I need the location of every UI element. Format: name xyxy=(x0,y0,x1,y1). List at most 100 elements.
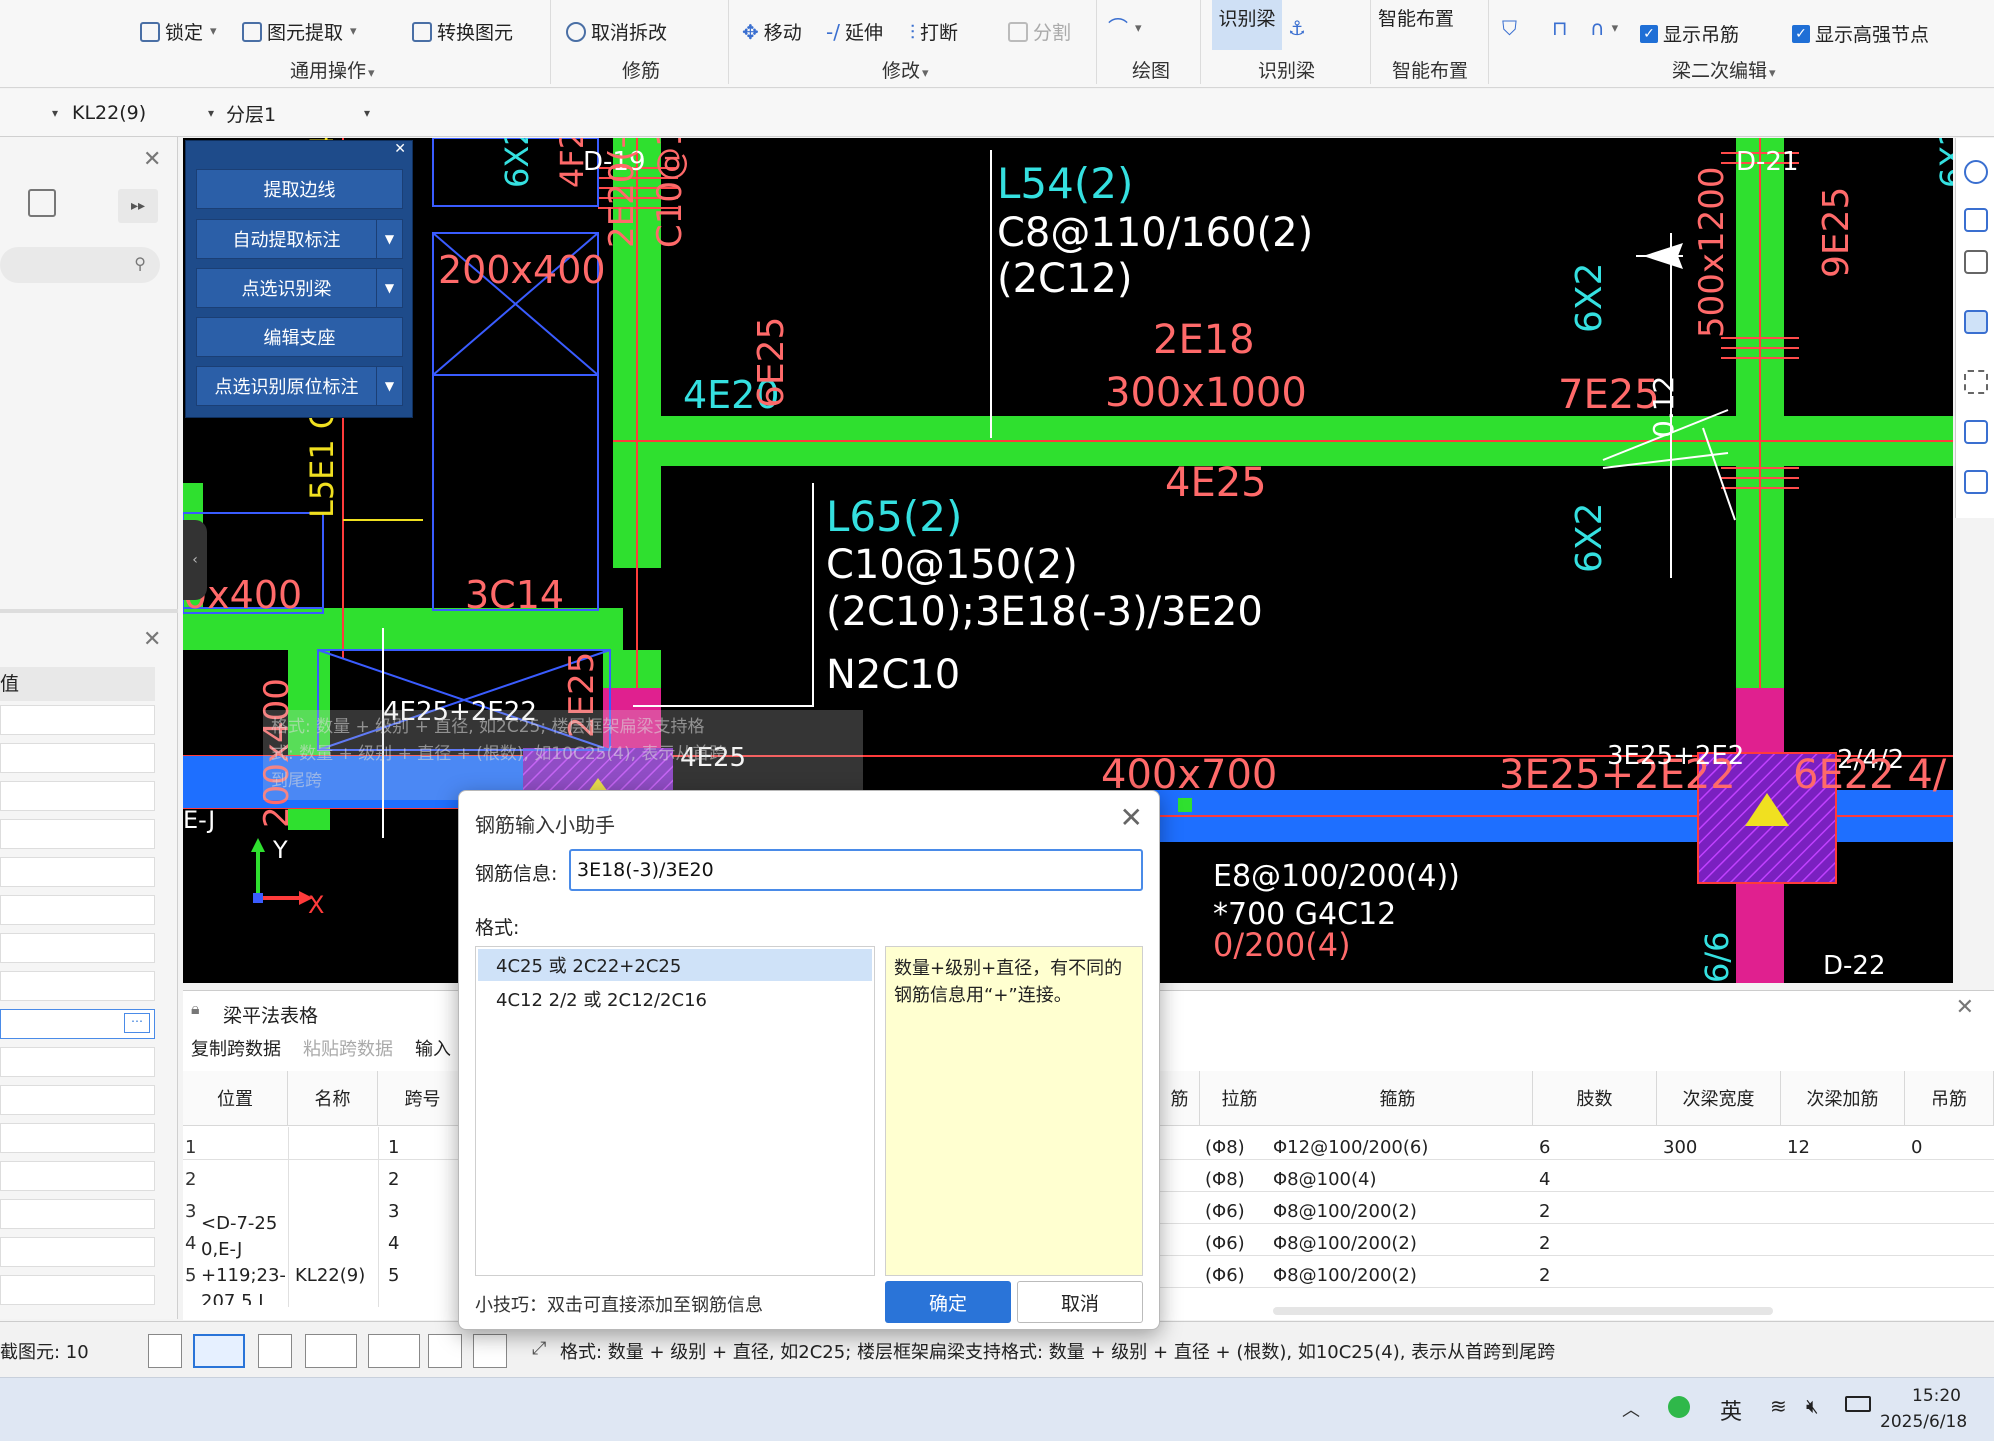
property-row[interactable] xyxy=(0,933,155,963)
extract-edge-button[interactable]: 提取边线 xyxy=(196,169,403,209)
zhishu-cell[interactable]: 2 xyxy=(1539,1265,1550,1286)
span-cell[interactable]: 5 xyxy=(388,1265,399,1286)
zhishu-cell[interactable]: 4 xyxy=(1539,1169,1550,1190)
show-hanger-checkbox[interactable]: ✓ 显示吊筋 xyxy=(1640,20,1739,47)
lajin-cell[interactable]: (Φ8) xyxy=(1205,1137,1245,1158)
property-row[interactable] xyxy=(0,705,155,735)
smart-layout-button[interactable]: 智能布置 xyxy=(1378,4,1454,31)
input-button[interactable]: 输入 xyxy=(415,1035,451,1061)
paste-span-button[interactable]: 粘贴跨数据 xyxy=(303,1035,393,1061)
edit-icon[interactable] xyxy=(28,189,56,217)
search-input[interactable]: ⚲ xyxy=(0,247,160,283)
format-item[interactable]: 4C12 2/2 或 2C12/2C16 xyxy=(478,983,872,1015)
lajin-cell[interactable]: (Φ6) xyxy=(1205,1201,1245,1222)
move-button[interactable]: ✥ 移动 xyxy=(742,18,802,45)
lock-button[interactable]: 锁定 xyxy=(140,18,217,45)
battery-icon[interactable] xyxy=(1845,1396,1871,1412)
orbit-icon[interactable] xyxy=(1964,160,1988,184)
wifi-icon[interactable]: ≋ xyxy=(1770,1394,1787,1418)
copy-span-button[interactable]: 复制跨数据 xyxy=(191,1035,281,1061)
span-cell[interactable]: 4 xyxy=(388,1233,399,1254)
close-icon[interactable]: ✕ xyxy=(1120,801,1143,834)
ok-button[interactable]: 确定 xyxy=(885,1281,1011,1323)
zhishu-cell[interactable]: 2 xyxy=(1539,1233,1550,1254)
gujin-cell[interactable]: Φ8@100(4) xyxy=(1273,1169,1376,1190)
fit-view-icon[interactable] xyxy=(1964,370,1988,394)
format-item[interactable]: 4C25 或 2C22+2C25 xyxy=(478,949,872,981)
lajin-cell[interactable]: (Φ8) xyxy=(1205,1169,1245,1190)
tool-icon-2[interactable]: ⊓ xyxy=(1552,18,1568,38)
property-row[interactable] xyxy=(0,743,155,773)
ime-indicator[interactable]: 英 xyxy=(1720,1394,1742,1426)
hanger-cell[interactable]: 0 xyxy=(1911,1137,1922,1158)
mute-icon[interactable]: 🔇︎ xyxy=(1806,1394,1819,1418)
property-row[interactable] xyxy=(0,1161,155,1191)
3d-view-icon[interactable] xyxy=(1964,208,1988,232)
tool-icon-3[interactable]: ∩ xyxy=(1590,18,1618,38)
layer-select[interactable]: 分层1 xyxy=(226,99,370,127)
property-row[interactable] xyxy=(0,1123,155,1153)
cancel-modify-button[interactable]: 取消拆改 xyxy=(566,18,667,45)
span-cell[interactable]: 1 xyxy=(388,1137,399,1158)
wechat-icon[interactable] xyxy=(1668,1396,1690,1418)
edit-support-button[interactable]: 编辑支座 xyxy=(196,317,403,357)
cube-view-icon[interactable] xyxy=(1964,310,1988,334)
property-row[interactable] xyxy=(0,1275,155,1305)
lajin-cell[interactable]: (Φ6) xyxy=(1205,1233,1245,1254)
clock-time[interactable]: 15:20 xyxy=(1912,1386,1961,1406)
extract-button[interactable]: 图元提取 xyxy=(242,18,357,45)
curve-icon[interactable] xyxy=(473,1334,507,1368)
layer-view-icon[interactable] xyxy=(1964,420,1988,444)
group-general[interactable]: 通用操作 xyxy=(290,56,375,83)
select-mode-icon[interactable] xyxy=(193,1334,245,1368)
box-view-icon[interactable] xyxy=(1964,250,1988,274)
property-row-active[interactable]: ⋯ xyxy=(0,1009,155,1039)
group-beam-secondary-edit[interactable]: 梁二次编辑 xyxy=(1672,56,1776,83)
chevron-down-icon[interactable]: ▼ xyxy=(376,367,402,405)
ciliang-width-cell[interactable]: 300 xyxy=(1663,1137,1697,1158)
close-icon[interactable]: ✕ xyxy=(143,147,161,172)
lajin-cell[interactable]: (Φ6) xyxy=(1205,1265,1245,1286)
split-button[interactable]: 分割 xyxy=(1008,18,1071,45)
close-icon[interactable]: ✕ xyxy=(1956,995,1974,1020)
collapse-handle-icon[interactable]: ‹ xyxy=(183,520,207,600)
clock-date[interactable]: 2025/6/18 xyxy=(1880,1412,1967,1432)
horizontal-scrollbar[interactable] xyxy=(1273,1307,1773,1315)
ciliang-rebar-cell[interactable]: 12 xyxy=(1787,1137,1810,1158)
property-row[interactable] xyxy=(0,1047,155,1077)
property-row[interactable] xyxy=(0,1199,155,1229)
rebar-info-input[interactable] xyxy=(569,849,1143,891)
snap-icon[interactable] xyxy=(368,1334,420,1368)
break-button[interactable]: ⫶ 打断 xyxy=(910,18,958,45)
auto-extract-label-button[interactable]: 自动提取标注 ▼ xyxy=(196,219,403,259)
zhishu-cell[interactable]: 2 xyxy=(1539,1201,1550,1222)
ortho-icon[interactable] xyxy=(148,1334,182,1368)
property-row[interactable] xyxy=(0,1237,155,1267)
gujin-cell[interactable]: Φ8@100/200(2) xyxy=(1273,1233,1417,1254)
list-view-icon[interactable] xyxy=(1964,470,1988,494)
expand-icon[interactable]: ▸▸ xyxy=(118,189,158,223)
property-row[interactable] xyxy=(0,819,155,849)
property-row[interactable] xyxy=(0,857,155,887)
gujin-cell[interactable]: Φ8@100/200(2) xyxy=(1273,1201,1417,1222)
zhishu-cell[interactable]: 6 xyxy=(1539,1137,1550,1158)
gujin-cell[interactable]: Φ8@100/200(2) xyxy=(1273,1265,1417,1286)
convert-button[interactable]: 转换图元 xyxy=(412,18,513,45)
more-icon[interactable]: ⋯ xyxy=(124,1013,150,1033)
pick-identify-beam-button[interactable]: 点选识别梁 ▼ xyxy=(196,268,403,308)
cross-select-icon[interactable] xyxy=(258,1334,292,1368)
show-high-strength-checkbox[interactable]: ✓ 显示高强节点 xyxy=(1792,20,1929,47)
angle-icon[interactable] xyxy=(305,1334,357,1368)
tool-icon-1[interactable]: ⛉ xyxy=(1502,18,1517,38)
anchor-tool-button[interactable]: ⚓ xyxy=(1288,18,1306,38)
property-row[interactable] xyxy=(0,971,155,1001)
gujin-cell[interactable]: Φ12@100/200(6) xyxy=(1273,1137,1428,1158)
span-cell[interactable]: 2 xyxy=(388,1169,399,1190)
arc-draw-button[interactable]: ⌒ xyxy=(1108,18,1142,38)
beam-select[interactable]: KL22(9) xyxy=(72,99,214,127)
span-cell[interactable]: 3 xyxy=(388,1201,399,1222)
close-icon[interactable]: ✕ xyxy=(143,627,161,652)
property-row[interactable] xyxy=(0,895,155,925)
chevron-down-icon[interactable]: ▼ xyxy=(376,269,402,307)
chevron-down-icon[interactable]: ▼ xyxy=(376,220,402,258)
